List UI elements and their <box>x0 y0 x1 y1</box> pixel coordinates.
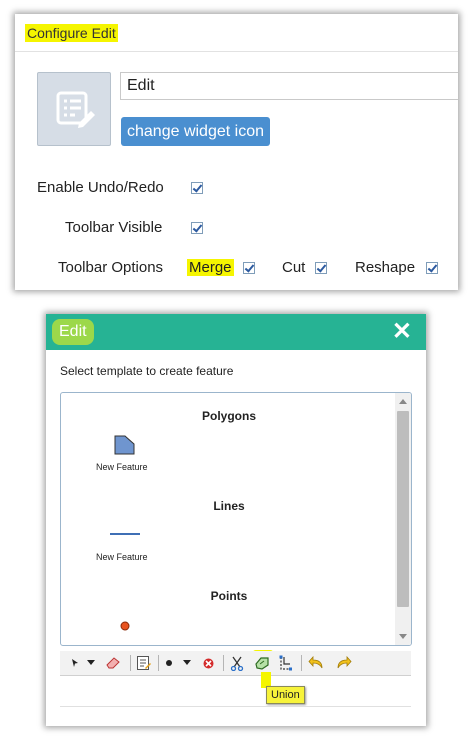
attributes-icon[interactable] <box>134 651 152 675</box>
merge-label: Merge <box>187 259 234 276</box>
bottom-divider <box>60 706 411 707</box>
cut-checkbox[interactable] <box>315 262 327 274</box>
eraser-icon[interactable] <box>104 651 122 675</box>
scroll-up-icon[interactable] <box>399 399 407 404</box>
group-title-lines: Lines <box>213 499 245 513</box>
chevron-down-icon[interactable] <box>182 651 192 675</box>
configure-edit-header: Configure Edit <box>15 14 458 52</box>
edit-toolbar <box>60 651 411 676</box>
template-scrollbar[interactable] <box>395 393 411 645</box>
scroll-down-icon[interactable] <box>399 634 407 639</box>
redo-icon[interactable] <box>335 651 353 675</box>
widget-icon-preview[interactable] <box>37 72 111 146</box>
cut-icon[interactable] <box>229 651 245 675</box>
cut-label: Cut <box>282 259 306 276</box>
scroll-thumb[interactable] <box>397 411 409 607</box>
template-instruction: Select template to create feature <box>60 364 234 378</box>
configure-edit-panel: Configure Edit change widget icon Enable… <box>15 14 458 290</box>
group-title-points: Points <box>210 589 248 603</box>
toolbar-visible-checkbox[interactable] <box>191 222 203 234</box>
chevron-down-icon[interactable] <box>86 651 96 675</box>
point-icon[interactable] <box>119 620 131 632</box>
close-icon[interactable]: ✕ <box>392 319 412 345</box>
polygon-icon[interactable] <box>113 434 137 456</box>
point-draw-icon[interactable] <box>164 651 174 675</box>
reshape-label: Reshape <box>355 259 416 276</box>
reshape-checkbox[interactable] <box>426 262 438 274</box>
reshape-icon[interactable] <box>277 651 295 675</box>
delete-icon[interactable] <box>201 651 215 675</box>
undo-icon[interactable] <box>307 651 325 675</box>
configure-edit-title: Configure Edit <box>25 24 118 42</box>
template-picker: Polygons New Feature Lines New Feature P… <box>60 392 412 646</box>
enable-undo-redo-checkbox[interactable] <box>191 182 203 194</box>
group-title-polygons: Polygons <box>201 409 256 423</box>
edit-widget-panel: Edit ✕ Select template to create feature… <box>46 314 426 726</box>
union-tooltip: Union <box>266 686 305 704</box>
line-icon[interactable] <box>109 531 141 537</box>
enable-undo-redo-label: Enable Undo/Redo <box>37 179 164 196</box>
change-widget-icon-button[interactable]: change widget icon <box>121 117 270 146</box>
polygon-feature-label[interactable]: New Feature <box>96 462 148 472</box>
line-feature-label[interactable]: New Feature <box>96 552 148 562</box>
widget-name-input[interactable] <box>120 72 458 100</box>
toolbar-visible-label: Toolbar Visible <box>65 219 163 236</box>
edit-widget-header: Edit ✕ <box>46 314 426 350</box>
edit-widget-title: Edit <box>52 319 94 345</box>
edit-widget-icon <box>56 91 95 128</box>
toolbar-options-label: Toolbar Options <box>58 259 164 276</box>
select-icon[interactable] <box>70 651 80 675</box>
merge-checkbox[interactable] <box>243 262 255 274</box>
